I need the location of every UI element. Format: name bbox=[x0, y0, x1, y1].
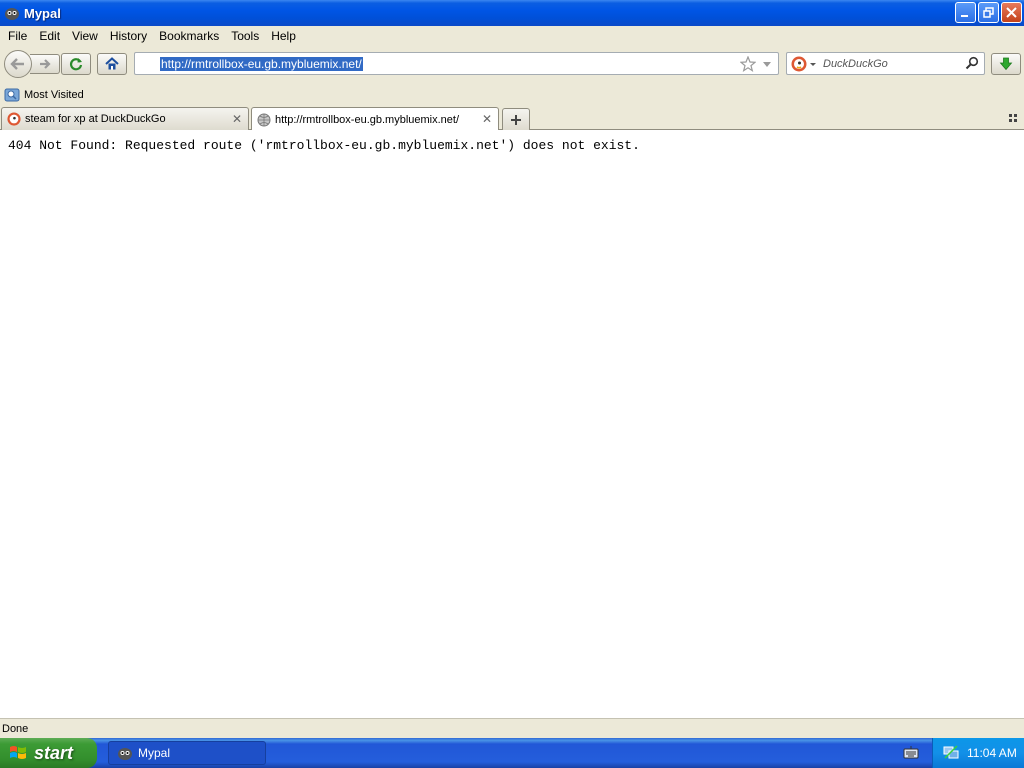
reload-button[interactable] bbox=[61, 53, 91, 75]
home-icon bbox=[105, 57, 119, 70]
back-button[interactable] bbox=[4, 50, 32, 78]
url-text[interactable]: http://rmtrollbox-eu.gb.mybluemix.net/ bbox=[160, 57, 363, 71]
taskbar-item-mypal[interactable]: Mypal bbox=[108, 741, 266, 765]
clock[interactable]: 11:04 AM bbox=[967, 746, 1017, 760]
list-all-tabs-button[interactable] bbox=[1008, 112, 1020, 127]
window-controls bbox=[955, 2, 1022, 23]
bookmarks-toolbar: Most Visited bbox=[0, 84, 1024, 105]
tab-bluemix-page[interactable]: http://rmtrollbox-eu.gb.mybluemix.net/ ✕ bbox=[251, 107, 499, 131]
tab-close-icon[interactable]: ✕ bbox=[482, 112, 492, 126]
tab-title: steam for xp at DuckDuckGo bbox=[25, 113, 166, 125]
menu-tools[interactable]: Tools bbox=[225, 29, 265, 43]
tab-close-icon[interactable]: ✕ bbox=[232, 112, 242, 126]
taskbar-item-label: Mypal bbox=[138, 746, 171, 760]
start-button[interactable]: start bbox=[0, 738, 97, 768]
search-placeholder: DuckDuckGo bbox=[823, 58, 888, 70]
navigation-toolbar: http://rmtrollbox-eu.gb.mybluemix.net/ D… bbox=[0, 46, 1024, 82]
minimize-icon bbox=[961, 15, 968, 17]
back-arrow-icon bbox=[10, 58, 24, 70]
reload-icon bbox=[70, 58, 83, 71]
start-label: start bbox=[34, 742, 74, 763]
url-dropdown-icon[interactable] bbox=[762, 56, 772, 75]
windows-taskbar: start Mypal 11:04 AM bbox=[0, 738, 1024, 768]
home-button[interactable] bbox=[97, 53, 127, 75]
restore-button[interactable] bbox=[978, 2, 999, 23]
windows-logo-icon bbox=[10, 746, 26, 759]
restore-icon bbox=[983, 7, 994, 18]
error-message: 404 Not Found: Requested route ('rmtroll… bbox=[8, 138, 640, 153]
window-title: Mypal bbox=[24, 5, 61, 21]
menu-history[interactable]: History bbox=[104, 29, 153, 43]
bookmark-star-icon[interactable] bbox=[739, 55, 757, 75]
downloads-button[interactable] bbox=[991, 53, 1021, 75]
close-button[interactable] bbox=[1001, 2, 1022, 23]
menu-help[interactable]: Help bbox=[265, 29, 302, 43]
search-icon[interactable] bbox=[965, 56, 979, 73]
search-bar[interactable]: DuckDuckGo bbox=[786, 52, 985, 75]
minimize-button[interactable] bbox=[955, 2, 976, 23]
close-icon bbox=[1006, 7, 1017, 18]
url-bar[interactable]: http://rmtrollbox-eu.gb.mybluemix.net/ bbox=[134, 52, 779, 75]
keyboard-icon[interactable] bbox=[903, 746, 919, 763]
bookmark-most-visited[interactable]: Most Visited bbox=[4, 87, 84, 103]
grid-icon bbox=[1009, 114, 1017, 122]
menu-edit[interactable]: Edit bbox=[33, 29, 66, 43]
forward-button[interactable] bbox=[30, 54, 60, 74]
title-bar[interactable]: Mypal bbox=[0, 0, 1024, 26]
back-forward-group bbox=[4, 50, 64, 78]
bookmark-label: Most Visited bbox=[24, 88, 84, 101]
search-engine-selector[interactable] bbox=[791, 56, 817, 72]
tab-duckduckgo-search[interactable]: steam for xp at DuckDuckGo ✕ bbox=[1, 107, 249, 130]
status-text: Done bbox=[2, 722, 29, 735]
forward-arrow-icon bbox=[39, 59, 51, 69]
tab-title: http://rmtrollbox-eu.gb.mybluemix.net/ bbox=[275, 113, 460, 126]
download-arrow-icon bbox=[999, 57, 1013, 71]
menu-bar: File Edit View History Bookmarks Tools H… bbox=[0, 26, 1024, 46]
duckduckgo-icon bbox=[791, 56, 807, 72]
page-content: 404 Not Found: Requested route ('rmtroll… bbox=[0, 130, 1024, 718]
network-icon[interactable] bbox=[943, 744, 959, 763]
duckduckgo-favicon-icon bbox=[6, 111, 22, 127]
mypal-app-icon bbox=[4, 5, 20, 21]
menu-view[interactable]: View bbox=[66, 29, 104, 43]
status-bar: Done bbox=[0, 718, 1024, 738]
new-tab-button[interactable] bbox=[502, 108, 530, 130]
engine-dropdown-icon bbox=[810, 63, 816, 66]
plus-icon bbox=[511, 114, 521, 125]
system-tray: 11:04 AM bbox=[932, 738, 1024, 768]
menu-file[interactable]: File bbox=[2, 29, 33, 43]
globe-favicon-icon bbox=[256, 112, 272, 128]
tab-strip: steam for xp at DuckDuckGo ✕ http://rmtr… bbox=[0, 105, 1024, 131]
smart-bookmark-folder-icon bbox=[4, 88, 20, 101]
menu-bookmarks[interactable]: Bookmarks bbox=[153, 29, 225, 43]
mypal-app-icon bbox=[117, 745, 133, 761]
